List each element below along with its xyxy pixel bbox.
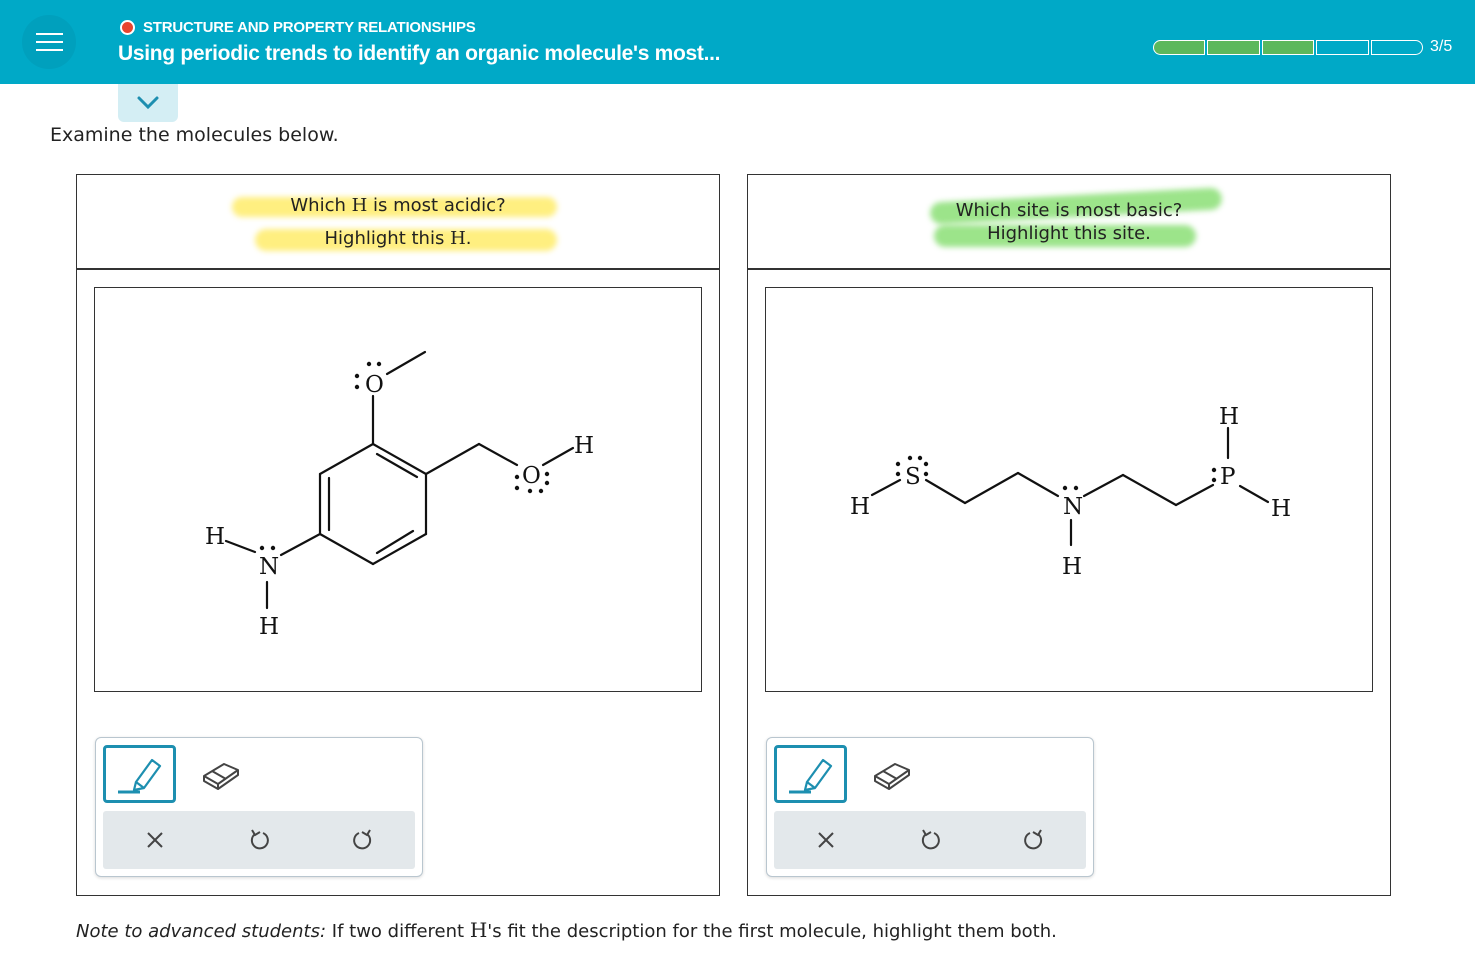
left-question-panel: Which H is most acidic? Highlight this H…: [76, 174, 720, 896]
eraser-tool-button[interactable]: [867, 754, 915, 794]
topic-status-dot-icon: [120, 19, 135, 35]
redo-button[interactable]: [1019, 825, 1049, 855]
left-question-line2: Highlight this H.: [324, 228, 472, 249]
hamburger-icon: [36, 33, 63, 35]
undo-icon: [250, 829, 269, 850]
phosphorus-atom[interactable]: P: [1220, 464, 1235, 490]
progress-bar: [1153, 40, 1424, 55]
eraser-tool-button[interactable]: [196, 754, 244, 794]
right-question-panel: Which site is most basic? Highlight this…: [747, 174, 1391, 896]
progress-count: 3/5: [1430, 38, 1453, 55]
lone-pair-dots: [1062, 485, 1079, 491]
progress-segment: [1370, 40, 1424, 55]
close-icon: [147, 832, 163, 848]
hydrogen-atom-phosphine-top[interactable]: H: [1219, 404, 1239, 430]
eraser-icon: [874, 763, 910, 790]
top-bar: STRUCTURE AND PROPERTY RELATIONSHIPS Usi…: [0, 0, 1475, 84]
progress-segment: [1261, 40, 1315, 55]
undo-icon: [921, 829, 940, 850]
note-label: Note to advanced students:: [76, 921, 327, 942]
left-question-header: Which H is most acidic? Highlight this H…: [77, 175, 719, 270]
hydrogen-atom-hydroxyl[interactable]: H: [574, 433, 594, 459]
redo-icon: [353, 829, 372, 850]
right-molecule-canvas[interactable]: H S N H P H H: [765, 287, 1373, 692]
redo-button[interactable]: [348, 825, 378, 855]
topic-label: STRUCTURE AND PROPERTY RELATIONSHIPS: [143, 18, 476, 36]
collapse-toggle-button[interactable]: [118, 84, 178, 122]
advanced-note: Note to advanced students: If two differ…: [76, 918, 1057, 942]
close-icon: [818, 832, 834, 848]
clear-button[interactable]: [811, 825, 841, 855]
pen-icon: [118, 758, 162, 794]
chevron-down-icon: [137, 96, 159, 110]
hydrogen-atom-amine[interactable]: H: [1062, 554, 1082, 580]
oxygen-atom-methoxy: O: [365, 372, 384, 398]
left-drawing-toolbox: [95, 737, 423, 877]
eraser-icon: [203, 763, 239, 790]
menu-button[interactable]: [22, 15, 76, 69]
left-molecule-canvas[interactable]: O O H N H H: [94, 287, 702, 692]
toolbox-actions: [103, 811, 415, 869]
undo-button[interactable]: [915, 825, 945, 855]
sulfur-atom[interactable]: S: [905, 464, 921, 490]
page-title: Using periodic trends to identify an org…: [118, 42, 721, 65]
hydrogen-atom-amine-bottom[interactable]: H: [259, 614, 279, 640]
pen-tool-button[interactable]: [103, 745, 176, 803]
right-question-line2: Highlight this site.: [987, 223, 1151, 244]
left-molecule-drawing: O O H N H H: [205, 350, 594, 640]
undo-button[interactable]: [244, 825, 274, 855]
redo-icon: [1024, 829, 1043, 850]
left-question-line1: Which H is most acidic?: [290, 195, 506, 216]
topic-row: STRUCTURE AND PROPERTY RELATIONSHIPS: [120, 17, 476, 37]
lone-pair-dots: [1211, 467, 1217, 483]
pen-icon: [789, 758, 833, 794]
lone-pair-dots: [259, 545, 276, 551]
progress-segment: [1316, 40, 1369, 55]
toolbox-actions: [774, 811, 1086, 869]
progress-segment: [1207, 40, 1260, 55]
right-drawing-toolbox: [766, 737, 1094, 877]
hydrogen-atom-phosphine-right[interactable]: H: [1271, 496, 1291, 522]
clear-button[interactable]: [140, 825, 170, 855]
pen-tool-button[interactable]: [774, 745, 847, 803]
hydrogen-atom-thiol[interactable]: H: [850, 494, 870, 520]
progress-segment: [1153, 40, 1206, 55]
right-molecule-drawing: H S N H P H H: [850, 404, 1291, 580]
oxygen-atom-hydroxyl[interactable]: O: [522, 463, 541, 489]
prompt-text: Examine the molecules below.: [50, 124, 339, 146]
right-question-line1: Which site is most basic?: [955, 200, 1183, 221]
nitrogen-atom[interactable]: N: [1063, 494, 1083, 520]
right-question-header: Which site is most basic? Highlight this…: [748, 175, 1390, 270]
hydrogen-atom-amine-left[interactable]: H: [205, 524, 225, 550]
nitrogen-atom[interactable]: N: [259, 554, 279, 580]
